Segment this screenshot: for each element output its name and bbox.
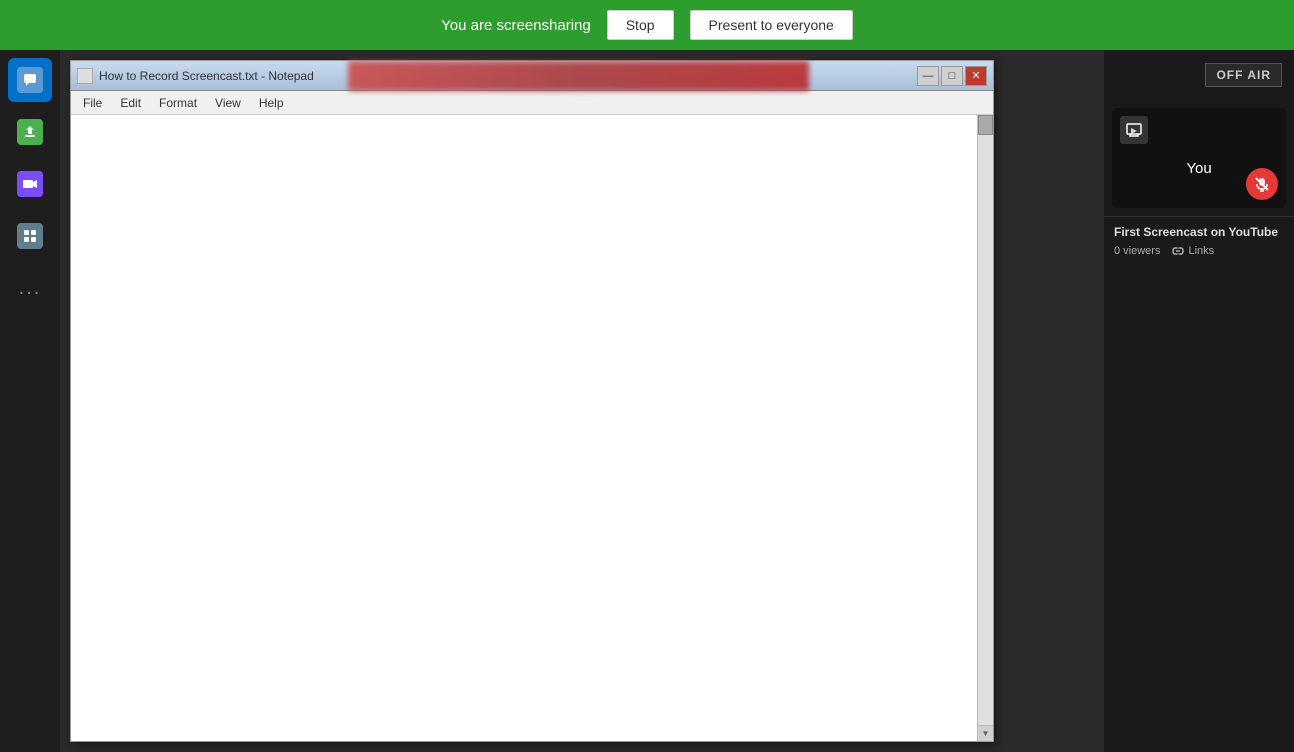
menu-format[interactable]: Format xyxy=(151,94,205,112)
stream-stats: 0 viewers Links xyxy=(1114,245,1284,257)
sidebar: ... xyxy=(0,50,60,752)
notepad-titlebar: How to Record Screencast.txt - Notepad —… xyxy=(71,61,993,91)
maximize-button[interactable]: □ xyxy=(941,66,963,86)
links-button[interactable]: Links xyxy=(1172,245,1214,257)
stop-button[interactable]: Stop xyxy=(607,10,674,40)
redacted-titlebar-content xyxy=(348,61,809,91)
screenshare-bar: You are screensharing Stop Present to ev… xyxy=(0,0,1294,50)
links-icon xyxy=(1172,245,1184,257)
notepad-scrollbar[interactable]: ▼ xyxy=(977,115,993,741)
menu-file[interactable]: File xyxy=(75,94,110,112)
microphone-muted-icon xyxy=(1254,176,1270,192)
notepad-content[interactable]: ▼ xyxy=(71,115,993,741)
video-icon xyxy=(17,171,43,197)
notepad-window[interactable]: How to Record Screencast.txt - Notepad —… xyxy=(70,60,994,742)
links-label: Links xyxy=(1188,245,1214,257)
main-area: ... How to Record Screencast.txt - Notep… xyxy=(0,50,1294,752)
mute-button[interactable] xyxy=(1246,168,1278,200)
menu-edit[interactable]: Edit xyxy=(112,94,149,112)
stream-title: First Screencast on YouTube xyxy=(1114,225,1284,239)
menu-help[interactable]: Help xyxy=(251,94,292,112)
right-panel-content: You First Screencast on YouTube 0 viewer… xyxy=(1104,100,1294,752)
sidebar-item-more[interactable]: ... xyxy=(8,266,52,310)
off-air-badge: OFF AIR xyxy=(1205,63,1282,87)
notepad-menubar: File Edit Format View Help xyxy=(71,91,993,115)
more-icon: ... xyxy=(19,277,42,300)
bottom-info: First Screencast on YouTube 0 viewers Li… xyxy=(1104,216,1294,261)
share-icon xyxy=(17,119,43,145)
sidebar-item-chat[interactable] xyxy=(8,58,52,102)
minimize-button[interactable]: — xyxy=(917,66,939,86)
notepad-file-icon xyxy=(77,68,93,84)
right-panel: OFF AIR You xyxy=(1104,50,1294,752)
notepad-controls: — □ ✕ xyxy=(917,66,987,86)
center-area: How to Record Screencast.txt - Notepad —… xyxy=(60,50,1104,752)
off-air-bar: OFF AIR xyxy=(1104,50,1294,100)
video-thumbnail: You xyxy=(1112,108,1286,208)
present-button[interactable]: Present to everyone xyxy=(690,10,853,40)
sidebar-item-video[interactable] xyxy=(8,162,52,206)
close-button[interactable]: ✕ xyxy=(965,66,987,86)
screenshare-message: You are screensharing xyxy=(441,17,591,34)
menu-view[interactable]: View xyxy=(207,94,249,112)
grid-icon xyxy=(17,223,43,249)
sidebar-item-grid[interactable] xyxy=(8,214,52,258)
viewers-count: 0 viewers xyxy=(1114,245,1160,257)
scrollbar-thumb[interactable] xyxy=(978,115,993,135)
scrollbar-bottom[interactable]: ▼ xyxy=(978,725,993,741)
sidebar-item-share[interactable] xyxy=(8,110,52,154)
screen-share-thumb-icon xyxy=(1120,116,1148,144)
you-label: You xyxy=(1186,160,1211,177)
chat-icon xyxy=(17,67,43,93)
